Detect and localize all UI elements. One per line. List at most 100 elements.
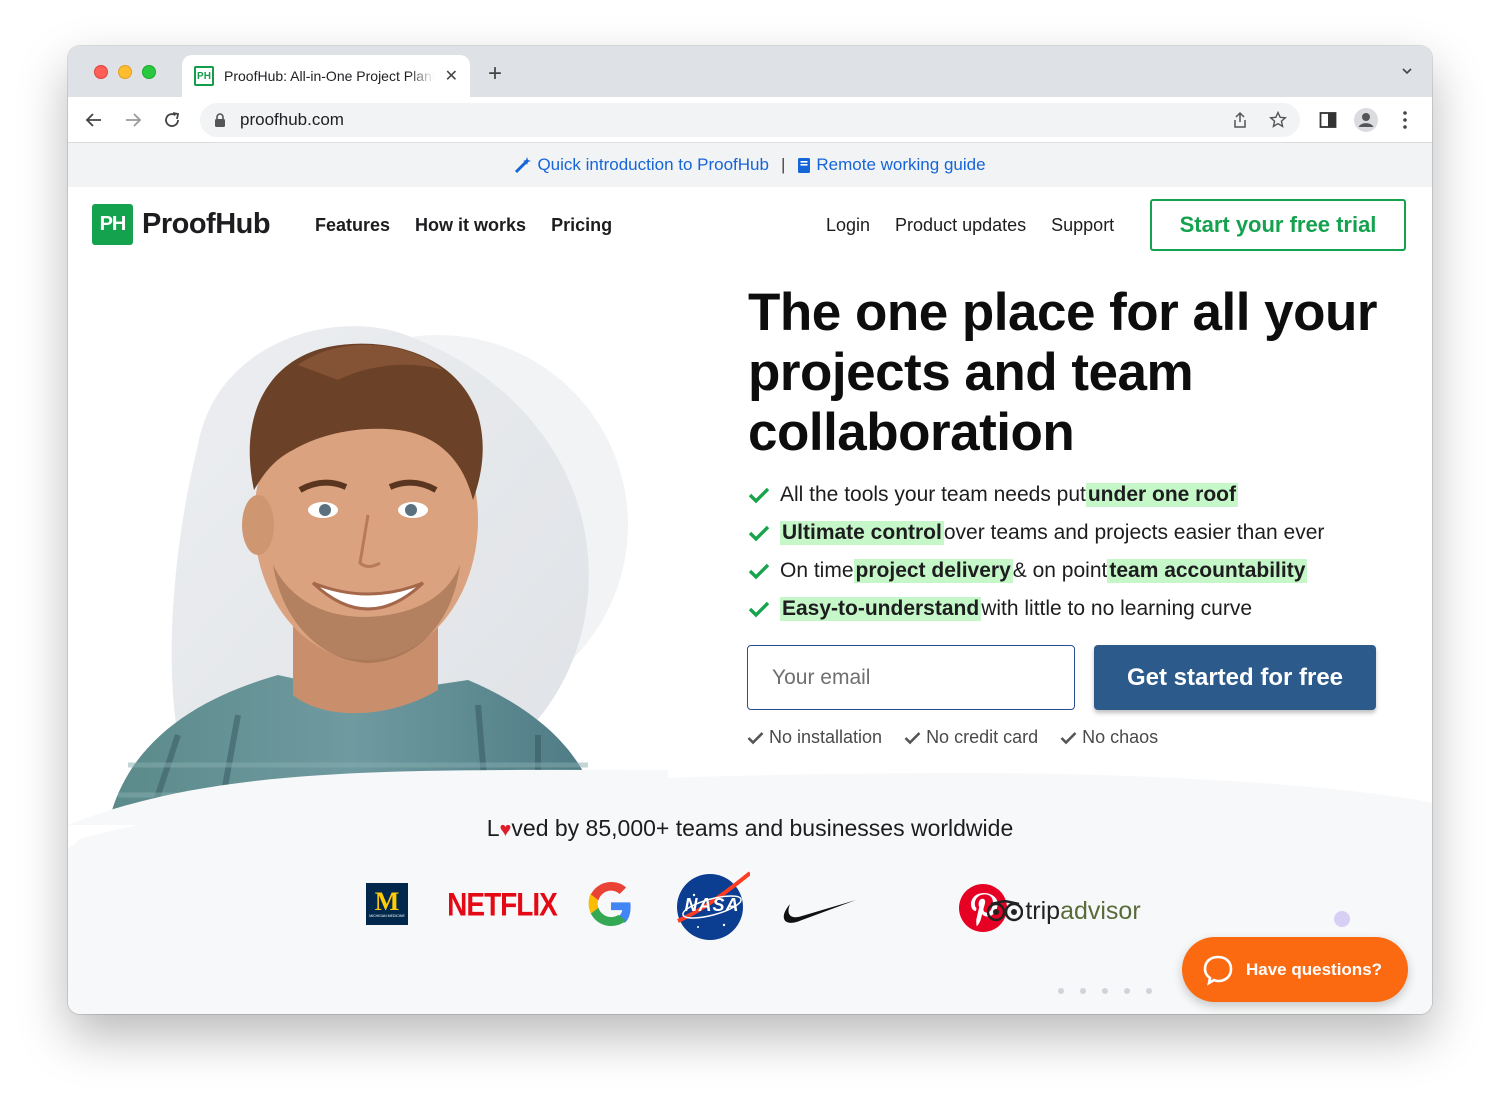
book-icon (798, 157, 811, 173)
maximize-window-button[interactable] (142, 65, 156, 79)
tab-title: ProofHub: All-in-One Project Planner (224, 68, 434, 84)
email-input[interactable] (747, 645, 1075, 710)
quick-intro-link[interactable]: Quick introduction to ProofHub (514, 155, 769, 175)
minimize-window-button[interactable] (118, 65, 132, 79)
have-questions-chat-button[interactable]: Have questions? (1182, 937, 1408, 1002)
check-icon (748, 601, 770, 618)
check-icon (747, 731, 764, 744)
secondary-nav: Login Product updates Support (826, 215, 1114, 236)
close-window-button[interactable] (94, 65, 108, 79)
tab-search-chevron-icon[interactable] (1402, 66, 1412, 76)
michigan-caption: MICHIGAN MEDICINE (369, 914, 405, 918)
magic-wand-icon (515, 157, 532, 174)
advisor-wordmark: advisor (1060, 896, 1141, 925)
web-page: Quick introduction to ProofHub | Remote … (68, 143, 1432, 1014)
quick-intro-label: Quick introduction to ProofHub (537, 155, 769, 174)
start-free-trial-button[interactable]: Start your free trial (1150, 199, 1406, 251)
perk-label: No installation (769, 727, 883, 747)
perk-item: No installation (747, 727, 882, 748)
chat-label: Have questions? (1246, 959, 1383, 979)
feature-highlight: under one roof (1085, 483, 1239, 507)
loved-prefix: L (486, 815, 500, 841)
reload-icon[interactable] (160, 108, 184, 132)
bookmark-star-icon[interactable] (1269, 111, 1287, 129)
feature-highlight: Ultimate control (780, 521, 944, 545)
site-nav: PH ProofHub Features How it works Pricin… (68, 187, 1432, 265)
back-icon[interactable] (82, 108, 106, 132)
perk-item: No chaos (1060, 727, 1158, 748)
logo-mark: PH (92, 204, 133, 245)
feature-highlight: Easy-to-understand (780, 597, 982, 621)
carousel-dots (1058, 988, 1152, 994)
carousel-dot[interactable] (1124, 988, 1130, 994)
check-icon (904, 731, 921, 744)
tab-close-icon[interactable]: ✕ (445, 66, 458, 86)
primary-nav: Features How it works Pricing (315, 215, 612, 236)
proofhub-logo[interactable]: PH ProofHub (92, 204, 271, 245)
new-tab-button[interactable]: + (488, 62, 502, 86)
perks-list: No installation No credit card No chaos (747, 727, 1158, 748)
side-panel-icon[interactable] (1316, 108, 1340, 132)
nav-features[interactable]: Features (315, 215, 390, 236)
feature-text: On time (780, 559, 854, 582)
browser-tab[interactable]: PH ProofHub: All-in-One Project Planner … (182, 55, 470, 97)
netflix-logo: NETFLIX (447, 887, 558, 923)
nav-pricing[interactable]: Pricing (551, 215, 612, 236)
carousel-dot[interactable] (1102, 988, 1108, 994)
decorative-dot-icon (1334, 911, 1350, 927)
announcement-separator: | (780, 155, 786, 174)
nike-logo (780, 893, 856, 929)
remote-guide-link[interactable]: Remote working guide (797, 155, 986, 175)
tab-strip: PH ProofHub: All-in-One Project Planner … (68, 46, 1432, 97)
feature-highlight: project delivery (853, 559, 1013, 583)
logo-text: ProofHub (142, 208, 271, 240)
nav-support[interactable]: Support (1051, 215, 1114, 236)
browser-window: PH ProofHub: All-in-One Project Planner … (68, 46, 1432, 1014)
hero-headline: The one place for all your projects and … (748, 283, 1378, 462)
check-icon (748, 563, 770, 580)
carousel-dot[interactable] (1058, 988, 1064, 994)
nav-how-it-works[interactable]: How it works (415, 215, 526, 236)
feature-item: On time project delivery & on point team… (748, 552, 1324, 590)
nasa-wordmark: NASA (684, 894, 740, 915)
trip-wordmark: trip (1025, 896, 1061, 925)
feature-item: Easy-to-understand with little to no lea… (748, 590, 1324, 628)
tripadvisor-owl-icon (987, 900, 1024, 922)
address-bar[interactable]: proofhub.com (200, 103, 1300, 137)
lock-icon (215, 113, 225, 127)
perk-item: No credit card (904, 727, 1038, 748)
nav-login[interactable]: Login (826, 215, 870, 236)
browser-toolbar: proofhub.com (68, 97, 1432, 143)
check-icon (1060, 731, 1077, 744)
heart-icon: ♥ (499, 819, 512, 841)
feature-item: Ultimate control over teams and projects… (748, 514, 1324, 552)
announcement-bar: Quick introduction to ProofHub | Remote … (68, 143, 1432, 187)
michigan-letter: M (374, 887, 400, 916)
feature-text: over teams and projects easier than ever (943, 521, 1325, 544)
nasa-logo: NASA (674, 869, 750, 941)
browser-menu-icon[interactable] (1393, 108, 1417, 132)
feature-text: with little to no learning curve (981, 597, 1253, 620)
google-logo (586, 881, 636, 931)
loved-by-text: L♥ved by 85,000+ teams and businesses wo… (68, 815, 1432, 842)
carousel-dot[interactable] (1146, 988, 1152, 994)
perk-label: No credit card (926, 727, 1039, 747)
feature-item: All the tools your team needs put under … (748, 476, 1324, 514)
feature-list: All the tools your team needs put under … (748, 476, 1324, 628)
share-icon[interactable] (1231, 111, 1249, 129)
check-icon (748, 525, 770, 542)
perk-label: No chaos (1082, 727, 1159, 747)
favicon-icon: PH (194, 66, 214, 86)
profile-avatar-icon[interactable] (1354, 108, 1378, 132)
chat-bubble-icon (1203, 955, 1233, 986)
hero-portrait-image (68, 326, 668, 825)
carousel-dot[interactable] (1080, 988, 1086, 994)
loved-suffix: ved by 85,000+ teams and businesses worl… (511, 815, 1014, 841)
feature-text: All the tools your team needs put (780, 483, 1086, 506)
feature-highlight: team accountability (1107, 559, 1308, 583)
forward-icon[interactable] (121, 108, 145, 132)
remote-guide-label: Remote working guide (816, 155, 986, 174)
url-text: proofhub.com (240, 110, 344, 129)
nav-product-updates[interactable]: Product updates (895, 215, 1026, 236)
get-started-button[interactable]: Get started for free (1094, 645, 1376, 710)
